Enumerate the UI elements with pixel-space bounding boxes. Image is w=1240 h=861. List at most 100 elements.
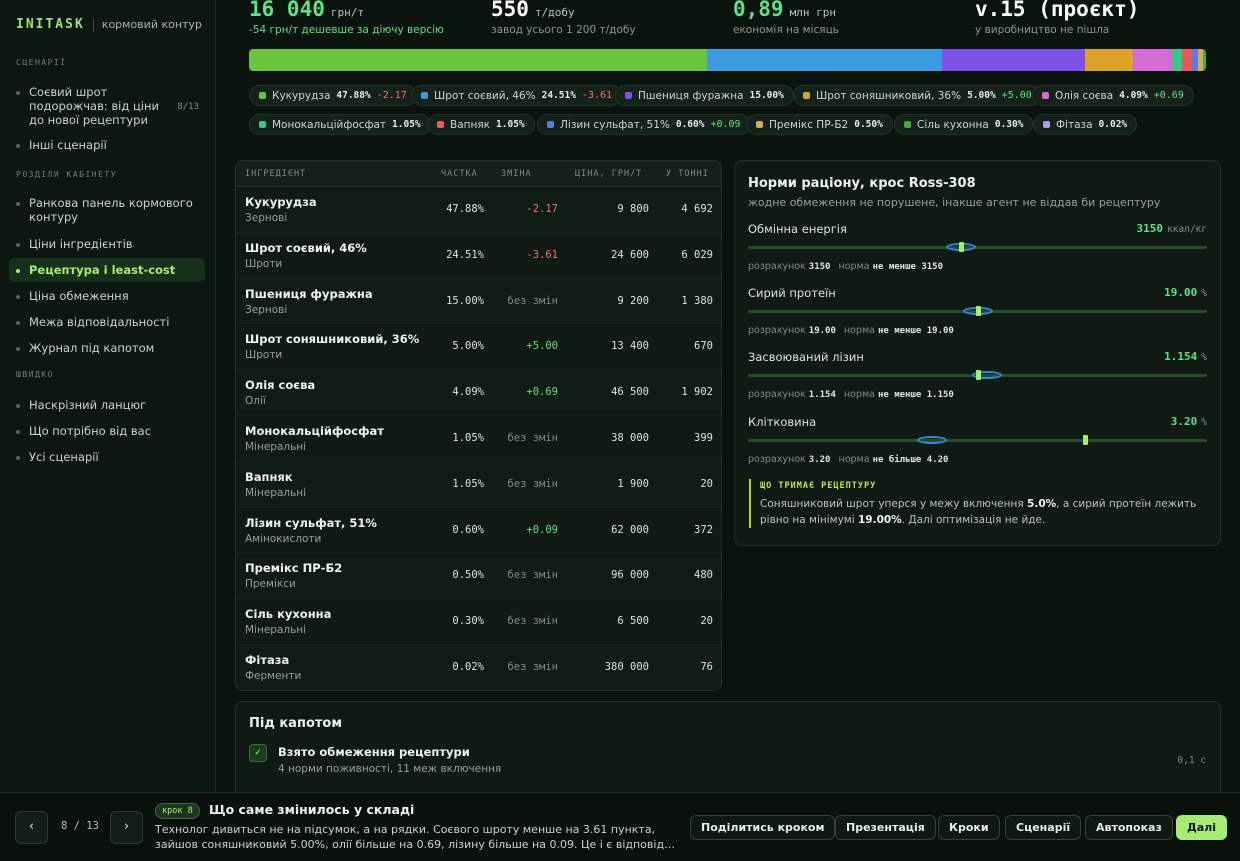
sidebar-item-2-2[interactable]: Усі сценарії [9,445,205,469]
ingredient-chip[interactable]: Шрот соєвий, 46% 24.51% -3.61 [411,85,623,106]
ingredient-category: Шроти [245,349,283,362]
price-cell: 1 900 [617,477,649,490]
change-cell: +5.00 [526,340,558,353]
table-row[interactable]: Шрот соєвий, 46% Шроти 24.51% -3.61 24 600 6 … [236,233,721,279]
sidebar-item-1-4[interactable]: Межа відповідальності [9,310,205,334]
sidebar-item-2-1[interactable]: Що потрібно від вас [9,419,205,443]
table-row[interactable]: Лізин сульфат, 51% Амінокислоти 0.60% +0.09… [236,508,721,554]
next-button[interactable]: Далі [1176,815,1228,840]
chip-name: Пшениця фуражна [638,89,744,102]
bullet-icon [16,269,20,273]
composition-segment [707,49,942,71]
per-ton-cell: 20 [700,615,713,628]
per-ton-cell: 670 [694,340,713,353]
ingredient-chip[interactable]: Монокальційфосфат 1.05% [249,114,431,135]
table-row[interactable]: Пшениця фуражна Зернові 15.00% без змін 9 20… [236,278,721,325]
change-cell: без змін [507,294,558,307]
share-cell: 0.50% [452,569,484,582]
sidebar-item-2-0[interactable]: Наскрізний ланцюг [9,393,205,417]
norms-subtitle: жодне обмеження не порушене, інакше аген… [748,196,1161,209]
ingredient-name: Шрот соняшниковий, 36% [245,332,420,347]
norm-unit: ккал/кг [1166,224,1207,235]
brand-divider [92,17,94,32]
bullet-icon [16,321,20,325]
norm-slider-marker[interactable] [975,306,981,316]
norm-row: Клітковина 3.20% розрахунок 3.20 норма не б… [748,415,1207,475]
per-ton-cell: 4 692 [681,203,713,215]
sidebar-item-label: Наскрізний ланцюг [29,398,147,412]
composition-segment [1133,49,1173,71]
table-row[interactable]: Монокальційфосфат Мінеральні 1.05% без змін… [236,416,721,462]
sidebar-item-1-1[interactable]: Ціни інгредієнтів [9,232,205,256]
ingredient-name: Фітаза [245,652,290,667]
share-cell: 47.88% [446,203,484,215]
norm-slider-marker[interactable] [975,370,981,380]
scenarios-button[interactable]: Сценарії [1005,815,1082,840]
ingredient-chip[interactable]: Премікс ПР-Б2 0.50% [746,114,893,135]
composition-segment [1085,49,1134,71]
calc-value: 1.154 [808,390,836,400]
prev-step-button[interactable]: ‹ [15,811,48,844]
norm-unit: % [1201,352,1207,363]
table-row[interactable]: Кукурудза Зернові 47.88% -2.17 9 800 4 692 [236,187,721,233]
price-cell: 6 500 [617,615,649,628]
table-row[interactable]: Фітаза Ферменти 0.02% без змін 380 000 76 [236,644,721,690]
logo[interactable]: INITASK [16,17,85,32]
ingredient-chip[interactable]: Шрот соняшниковий, 36% 5.00% +5.00 [793,85,1042,106]
norm-slider-marker[interactable] [959,242,965,252]
chip-change: -3.61 [581,90,613,101]
table-body: Кукурудза Зернові 47.88% -2.17 9 800 4 692 Шро… [236,187,721,690]
sidebar-item-1-2[interactable]: Рецептура і least-cost [9,258,205,282]
stat-card: 550 т/добу завод усього 1 200 т/добу [491,0,636,36]
share-cell: 24.51% [446,248,484,261]
norm-slider-marker[interactable] [1083,435,1089,445]
table-row[interactable]: Сіль кухонна Мінеральні 0.30% без змін 6 500… [236,599,721,645]
chip-change: +5.00 [1001,90,1032,101]
sidebar-item-0-1[interactable]: Інші сценарії [9,133,205,157]
steps-button[interactable]: Кроки [938,815,1000,840]
column-header: У ТОННІ [666,169,709,179]
norm-label-text: норма [838,454,870,465]
ingredient-chip[interactable]: Олія соєва 4.09% +0.69 [1032,85,1194,106]
ingredient-chip[interactable]: Фітаза 0.02% [1033,114,1138,135]
table-row[interactable]: Премікс ПР-Б2 Премікси 0.50% без змін 96 000… [236,553,721,600]
norm-value-number: 3150 [1136,222,1163,235]
table-row[interactable]: Олія соєва Олії 4.09% +0.69 46 500 1 902 [236,370,721,416]
ingredient-chip[interactable]: Сіль кухонна 0.30% [894,114,1034,135]
sidebar-item-1-0[interactable]: Ранкова панель кормового контуру [9,191,205,229]
holds-text: Соняшниковий шрот уперся у межу включенн… [760,498,1197,526]
chip-share: 4.09% [1119,90,1148,101]
share-cell: 5.00% [452,340,484,353]
share-step-button[interactable]: Поділитись кроком [690,815,836,840]
norm-value-number: 1.154 [1164,350,1198,363]
stat-value: 16 040 [249,0,325,21]
holds-callout: ЩО ТРИМАЄ РЕЦЕПТУРУ Соняшниковий шрот уп… [749,479,1204,528]
price-cell: 96 000 [611,569,649,582]
sidebar-item-1-5[interactable]: Журнал під капотом [9,336,205,360]
next-step-button[interactable]: › [110,811,143,844]
composition-bar [249,49,1206,71]
table-row[interactable]: Шрот соняшниковий, 36% Шроти 5.00% +5.00 13 … [236,324,721,371]
sidebar-item-0-0[interactable]: Соєвий шрот подорожчав: від ціни до ново… [9,80,205,132]
bullet-icon [16,404,20,408]
color-swatch [547,121,554,128]
composition-segment [1172,49,1183,71]
hood-step-desc: 4 норми поживності, 11 меж включення [278,763,502,775]
bullet-icon [16,202,20,206]
ingredient-chip[interactable]: Лізин сульфат, 51% 0.60% +0.09 [537,114,751,135]
ingredient-name: Вапняк [245,469,293,484]
ingredient-chip[interactable]: Вапняк 1.05% [427,114,535,135]
stat-unit: т/добу [534,6,575,19]
norm-range-ring [916,436,947,444]
sidebar-item-1-3[interactable]: Ціна обмеження [9,284,205,308]
per-ton-cell: 372 [694,523,713,536]
ingredient-chip[interactable]: Кукурудза 47.88% -2.17 [249,85,417,106]
presentation-button[interactable]: Презентація [835,815,936,840]
ingredient-chip[interactable]: Пшениця фуражна 15.00% [615,85,794,106]
sidebar: INITASK кормовий контур СЦЕНАРІЇ Соєвий ш… [0,0,216,792]
autoplay-button[interactable]: Автопоказ [1085,815,1173,840]
per-ton-cell: 1 902 [681,386,713,399]
holds-title: ЩО ТРИМАЄ РЕЦЕПТУРУ [760,481,877,491]
table-row[interactable]: Вапняк Мінеральні 1.05% без змін 1 900 20 [236,461,721,508]
chip-share: 24.51% [541,90,576,101]
